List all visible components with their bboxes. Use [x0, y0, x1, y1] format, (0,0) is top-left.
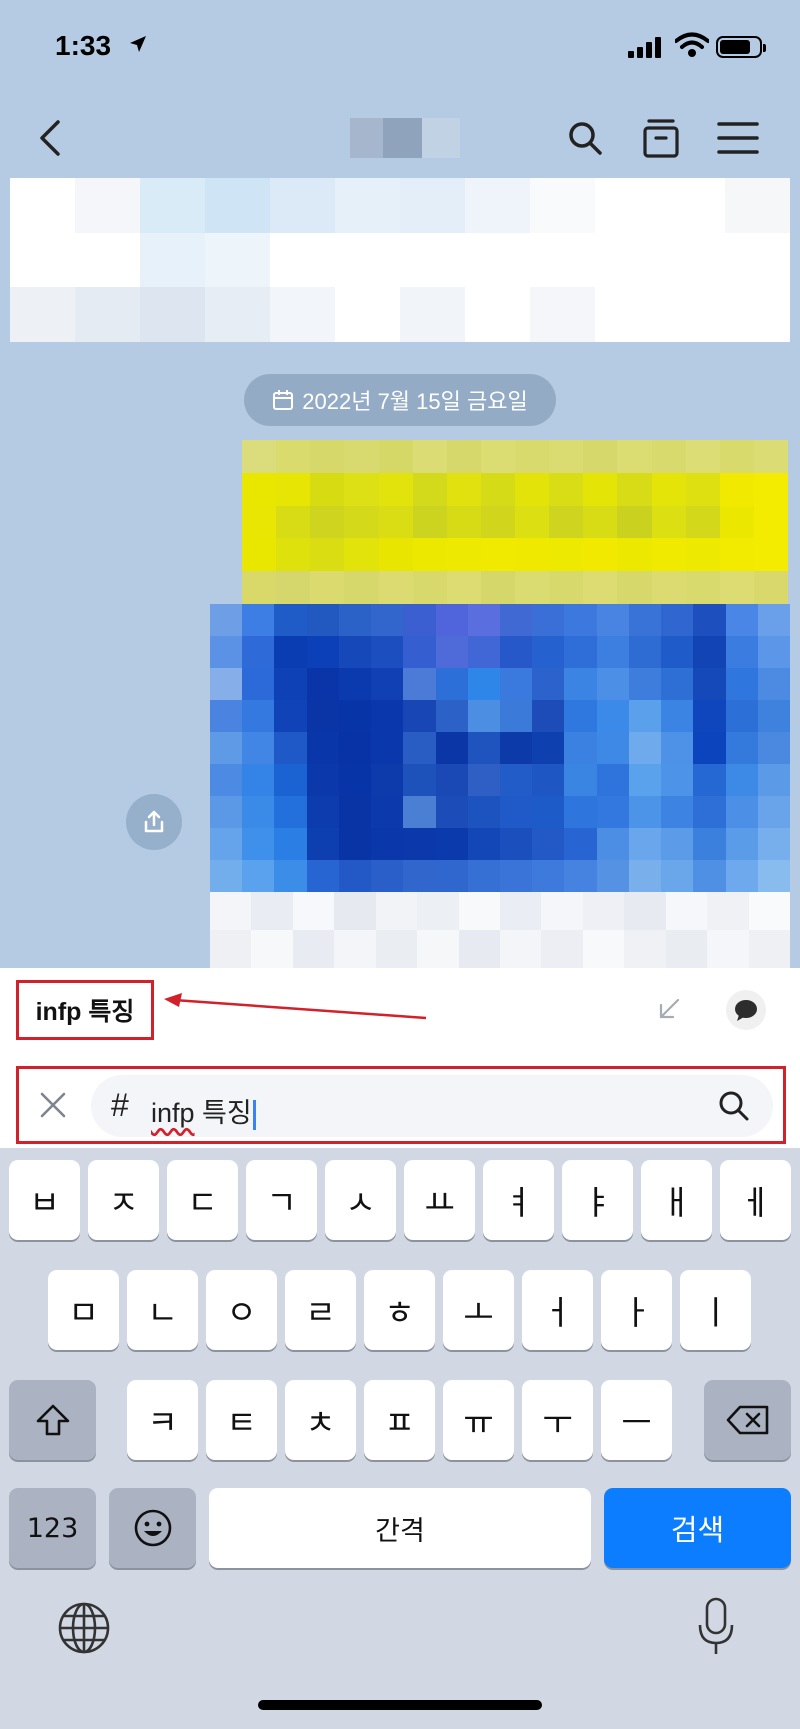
hashtag-symbol: # — [111, 1087, 129, 1123]
key-row3-3[interactable]: ㅊ — [285, 1380, 356, 1460]
key-row3-1[interactable]: ㅋ — [127, 1380, 198, 1460]
search-icon[interactable] — [717, 1089, 751, 1123]
key-row2-9[interactable]: ㅣ — [680, 1270, 751, 1350]
share-button[interactable] — [126, 794, 182, 850]
location-arrow-icon — [130, 36, 146, 52]
wifi-icon — [675, 32, 709, 57]
search-input[interactable]: # infp 특징 — [91, 1075, 773, 1137]
image-caption-redacted — [210, 892, 790, 968]
key-row2-1[interactable]: ㅁ — [48, 1270, 119, 1350]
collapse-arrow-icon[interactable] — [656, 996, 682, 1022]
share-icon — [144, 810, 164, 833]
chat-search-panel: infp 특징 # infp 특징 — [0, 968, 800, 1148]
text-cursor — [252, 1099, 256, 1130]
date-label: 2022년 7월 15일 금요일 — [302, 389, 528, 414]
status-time: 1:33 — [55, 30, 112, 61]
emoji-icon — [134, 1509, 171, 1547]
key-row2-7[interactable]: ㅓ — [522, 1270, 593, 1350]
notice-banner-redacted[interactable] — [10, 178, 790, 342]
key-row2-6[interactable]: ㅗ — [443, 1270, 514, 1350]
calendar-icon — [273, 390, 294, 410]
drawer-icon[interactable] — [640, 116, 682, 160]
chat-bubble-icon — [735, 1000, 757, 1021]
search-bar-row: # infp 특징 — [16, 1066, 786, 1144]
key-row1-5[interactable]: ㅅ — [325, 1160, 396, 1240]
shared-image-blue-redacted[interactable] — [210, 604, 790, 892]
key-row1-9[interactable]: ㅐ — [641, 1160, 712, 1240]
search-result-term[interactable]: infp 특징 — [16, 980, 154, 1040]
hamburger-menu-icon[interactable] — [716, 120, 760, 156]
key-row1-3[interactable]: ㄷ — [167, 1160, 238, 1240]
globe-icon[interactable] — [56, 1600, 112, 1656]
key-row1-2[interactable]: ㅈ — [88, 1160, 159, 1240]
shift-key[interactable] — [9, 1380, 96, 1460]
search-key[interactable]: 검색 — [604, 1488, 791, 1568]
battery-icon — [716, 36, 766, 58]
close-icon[interactable] — [33, 1085, 73, 1125]
shared-image-yellow-redacted[interactable] — [242, 440, 788, 604]
key-row1-10[interactable]: ㅔ — [720, 1160, 791, 1240]
key-row3-4[interactable]: ㅍ — [364, 1380, 435, 1460]
space-key[interactable]: 간격 — [209, 1488, 591, 1568]
key-row1-8[interactable]: ㅑ — [562, 1160, 633, 1240]
key-row2-5[interactable]: ㅎ — [364, 1270, 435, 1350]
key-row2-8[interactable]: ㅏ — [601, 1270, 672, 1350]
chat-bubble-button[interactable] — [726, 990, 766, 1030]
key-row3-2[interactable]: ㅌ — [206, 1380, 277, 1460]
numbers-key[interactable]: 123 — [9, 1488, 96, 1568]
key-row1-1[interactable]: ㅂ — [9, 1160, 80, 1240]
key-row2-2[interactable]: ㄴ — [127, 1270, 198, 1350]
home-indicator[interactable] — [258, 1700, 542, 1710]
key-row2-4[interactable]: ㄹ — [285, 1270, 356, 1350]
emoji-key[interactable] — [109, 1488, 196, 1568]
key-row2-3[interactable]: ㅇ — [206, 1270, 277, 1350]
search-input-value: infp 특징 — [151, 1091, 256, 1130]
status-bar: 1:33 — [0, 0, 800, 100]
backspace-icon — [726, 1405, 768, 1435]
key-row3-6[interactable]: ㅜ — [522, 1380, 593, 1460]
microphone-icon[interactable] — [696, 1596, 736, 1658]
key-row3-7[interactable]: ㅡ — [601, 1380, 672, 1460]
search-icon[interactable] — [565, 118, 605, 158]
annotation-arrow-icon — [164, 993, 427, 1020]
key-row3-5[interactable]: ㅠ — [443, 1380, 514, 1460]
backspace-key[interactable] — [704, 1380, 791, 1460]
key-row1-7[interactable]: ㅕ — [483, 1160, 554, 1240]
back-arrow-icon[interactable] — [32, 116, 72, 160]
chat-room-title-redacted — [350, 118, 460, 158]
chat-nav-bar — [0, 100, 800, 180]
key-row1-4[interactable]: ㄱ — [246, 1160, 317, 1240]
shift-icon — [36, 1404, 69, 1436]
key-row1-6[interactable]: ㅛ — [404, 1160, 475, 1240]
date-divider: 2022년 7월 15일 금요일 — [244, 374, 556, 426]
cellular-signal-icon — [628, 36, 661, 58]
